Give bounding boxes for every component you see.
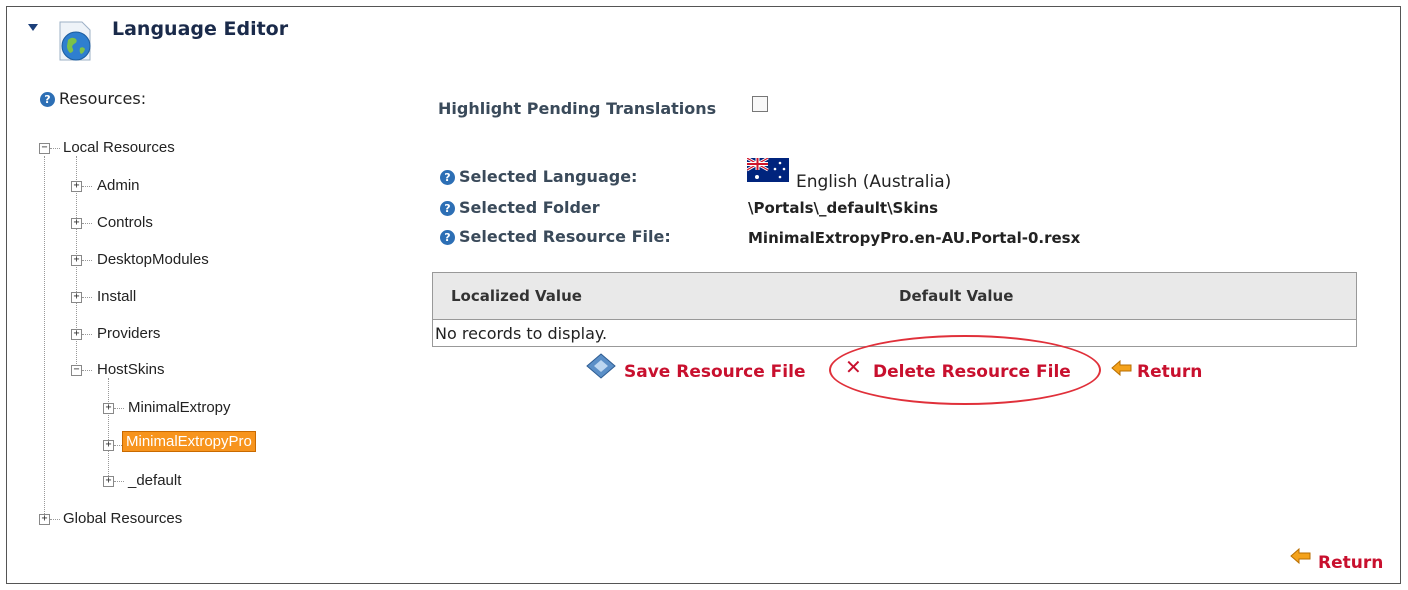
tree-toggle-local[interactable]: − bbox=[39, 143, 50, 154]
return-link[interactable]: Return bbox=[1137, 362, 1202, 382]
column-header-default[interactable]: Default Value bbox=[899, 287, 1013, 305]
selected-language-label: ? Selected Language: bbox=[440, 167, 637, 186]
tree-item-global-resources[interactable]: Global Resources bbox=[63, 510, 182, 527]
return-arrow-icon[interactable] bbox=[1290, 548, 1312, 564]
tree-item-install[interactable]: Install bbox=[97, 288, 136, 305]
resource-tree: − Local Resources + Admin + Controls + D… bbox=[0, 0, 400, 580]
tree-item-local-resources[interactable]: Local Resources bbox=[63, 139, 175, 156]
tree-item-default[interactable]: _default bbox=[128, 472, 181, 489]
highlight-pending-label: Highlight Pending Translations bbox=[438, 99, 717, 118]
help-icon[interactable]: ? bbox=[440, 230, 455, 245]
tree-item-minimalextropy[interactable]: MinimalExtropy bbox=[128, 399, 231, 416]
return-arrow-icon[interactable] bbox=[1111, 360, 1133, 376]
tree-toggle-global[interactable]: + bbox=[39, 514, 50, 525]
resource-grid: Localized Value Default Value No records… bbox=[432, 272, 1357, 347]
grid-header: Localized Value Default Value bbox=[433, 273, 1356, 320]
help-icon[interactable]: ? bbox=[440, 201, 455, 216]
highlight-pending-checkbox[interactable] bbox=[752, 96, 768, 112]
tree-item-controls[interactable]: Controls bbox=[97, 214, 153, 231]
tree-toggle-minimalextropypro[interactable]: + bbox=[103, 440, 114, 451]
tree-toggle-install[interactable]: + bbox=[71, 292, 82, 303]
column-header-localized[interactable]: Localized Value bbox=[451, 287, 582, 305]
selected-resource-file-value: MinimalExtropyPro.en-AU.Portal-0.resx bbox=[748, 229, 1081, 247]
footer-return-link[interactable]: Return bbox=[1318, 553, 1383, 573]
tree-item-admin[interactable]: Admin bbox=[97, 177, 140, 194]
selected-language-value: English (Australia) bbox=[796, 172, 952, 192]
selected-resource-file-label: ? Selected Resource File: bbox=[440, 227, 671, 246]
tree-toggle-minimalextropy[interactable]: + bbox=[103, 403, 114, 414]
save-icon[interactable] bbox=[584, 352, 618, 382]
highlight-ellipse bbox=[829, 335, 1101, 405]
help-icon[interactable]: ? bbox=[440, 170, 455, 185]
tree-toggle-desktopmodules[interactable]: + bbox=[71, 255, 82, 266]
tree-item-minimalextropypro-selected[interactable]: MinimalExtropyPro bbox=[122, 431, 256, 452]
tree-item-desktopmodules[interactable]: DesktopModules bbox=[97, 251, 209, 268]
selected-folder-value: \Portals\_default\Skins bbox=[748, 199, 939, 217]
australia-flag-icon bbox=[747, 158, 789, 182]
tree-toggle-controls[interactable]: + bbox=[71, 218, 82, 229]
tree-item-hostskins[interactable]: HostSkins bbox=[97, 361, 165, 378]
save-resource-file-link[interactable]: Save Resource File bbox=[624, 362, 805, 382]
selected-folder-label: ? Selected Folder bbox=[440, 198, 600, 217]
tree-toggle-admin[interactable]: + bbox=[71, 181, 82, 192]
tree-toggle-providers[interactable]: + bbox=[71, 329, 82, 340]
tree-item-providers[interactable]: Providers bbox=[97, 325, 160, 342]
tree-toggle-default[interactable]: + bbox=[103, 476, 114, 487]
tree-toggle-hostskins[interactable]: − bbox=[71, 365, 82, 376]
